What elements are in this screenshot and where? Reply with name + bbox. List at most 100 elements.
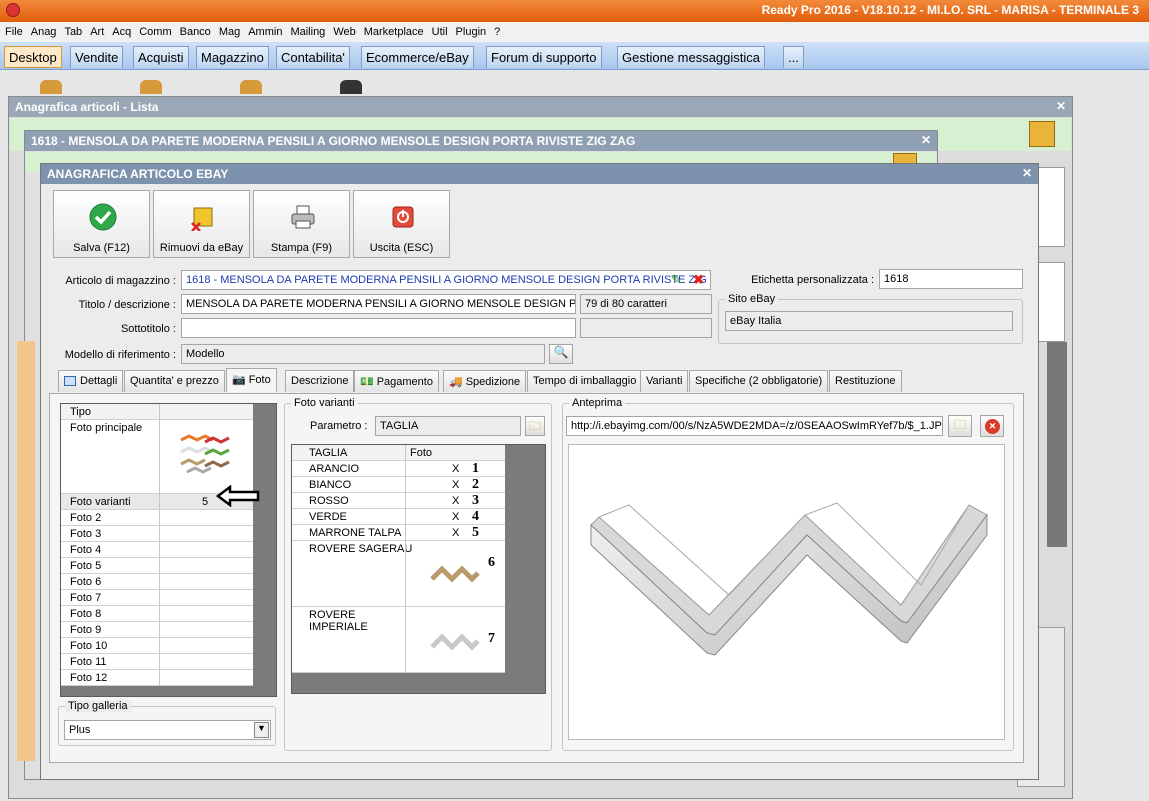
search-icon[interactable]: 🔍	[549, 344, 573, 364]
menu-mag[interactable]: Mag	[214, 22, 243, 38]
menu-art[interactable]: Art	[85, 22, 107, 38]
camera-icon: 📷	[232, 374, 246, 386]
exit-button[interactable]: Uscita (ESC)	[353, 190, 450, 258]
save-button[interactable]: Salva (F12)	[53, 190, 150, 258]
article-side-strip	[17, 341, 35, 761]
grid-row-photo[interactable]: Foto 7	[61, 590, 253, 606]
power-icon	[392, 206, 414, 228]
variant-row[interactable]: ROSSO X 3	[292, 493, 505, 509]
titolo-field[interactable]: MENSOLA DA PARETE MODERNA PENSILI A GIOR…	[181, 294, 576, 314]
grid-row-photo[interactable]: Foto 12	[61, 670, 253, 686]
photo-row-label: Foto 7	[70, 592, 102, 604]
gallery-select[interactable]: Plus ▼	[64, 720, 271, 740]
desktop-icon[interactable]	[140, 80, 162, 94]
menu-acq[interactable]: Acq	[107, 22, 134, 38]
folder-icon[interactable]: 🗀	[948, 415, 972, 437]
tab-vendite[interactable]: Vendite	[70, 46, 124, 68]
menu-marketplace[interactable]: Marketplace	[359, 22, 427, 38]
variant-row[interactable]: ARANCIO X 1	[292, 461, 505, 477]
menu-plugin[interactable]: Plugin	[451, 22, 490, 38]
remove-from-ebay-button[interactable]: Rimuovi da eBay	[153, 190, 250, 258]
tab-more[interactable]: ...	[783, 46, 804, 68]
sito-ebay-field[interactable]: eBay Italia	[725, 311, 1013, 331]
tab-specifiche[interactable]: Specifiche (2 obbligatorie)	[689, 370, 829, 392]
variant-row[interactable]: MARRONE TALPA X 5	[292, 525, 505, 541]
menu-tab[interactable]: Tab	[59, 22, 85, 38]
close-icon[interactable]: ✕	[921, 133, 931, 147]
delete-button[interactable]: ✕	[980, 415, 1004, 437]
menu-mailing[interactable]: Mailing	[285, 22, 328, 38]
tab-foto[interactable]: 📷 Foto	[226, 368, 277, 392]
desktop-icon[interactable]	[340, 80, 362, 94]
preview-group: Anteprima http://i.ebayimg.com/00/s/NzA5…	[562, 397, 1014, 751]
grid-row-photo[interactable]: Foto 11	[61, 654, 253, 670]
grid-row-photo[interactable]: Foto 3	[61, 526, 253, 542]
variant-row[interactable]: BIANCO X 2	[292, 477, 505, 493]
clear-icon[interactable]: ✖	[693, 272, 709, 288]
grid-row-photo[interactable]: Foto 5	[61, 558, 253, 574]
close-icon[interactable]: ✕	[1056, 99, 1066, 113]
delete-icon: ✕	[985, 419, 1000, 434]
close-icon[interactable]: ✕	[1022, 166, 1032, 180]
etichetta-field[interactable]: 1618	[879, 269, 1023, 289]
grid-row-photo[interactable]: Foto 9	[61, 622, 253, 638]
grid-row-photo[interactable]: Foto 2	[61, 510, 253, 526]
edit-icon[interactable]: ✎	[671, 272, 687, 288]
variant-name: ARANCIO	[309, 463, 360, 475]
sottotitolo-field[interactable]	[181, 318, 576, 338]
articolo-field[interactable]: 1618 - MENSOLA DA PARETE MODERNA PENSILI…	[181, 270, 711, 290]
tab-tempo-imballaggio[interactable]: Tempo di imballaggio	[527, 370, 643, 392]
grid-row-photo[interactable]: Foto 6	[61, 574, 253, 590]
parameter-field[interactable]: TAGLIA	[375, 416, 521, 436]
menu-util[interactable]: Util	[427, 22, 451, 38]
tab-pagamento[interactable]: 💵 Pagamento	[354, 370, 439, 392]
print-button[interactable]: Stampa (F9)	[253, 190, 350, 258]
grid-row-main-photo[interactable]: Foto principale	[61, 420, 253, 494]
tab-varianti[interactable]: Varianti	[640, 370, 689, 392]
main-photo-thumbnail[interactable]	[179, 432, 235, 476]
variant-row[interactable]: VERDE X 4	[292, 509, 505, 525]
tab-quantita[interactable]: Quantita' e prezzo	[124, 370, 225, 392]
grid-row-photo[interactable]: Foto 8	[61, 606, 253, 622]
grid-row-photo[interactable]: Foto 4	[61, 542, 253, 558]
tab-spedizione[interactable]: 🚚 Spedizione	[443, 370, 527, 392]
tab-acquisti[interactable]: Acquisti	[133, 46, 189, 68]
tab-magazzino[interactable]: Magazzino	[196, 46, 269, 68]
photo-row-label: Foto 8	[70, 608, 102, 620]
folder-icon[interactable]: 🗀	[525, 416, 545, 436]
article-window-title: 1618 - MENSOLA DA PARETE MODERNA PENSILI…	[25, 131, 937, 151]
tab-contabilita[interactable]: Contabilita'	[276, 46, 350, 68]
variant-number: 3	[472, 493, 479, 508]
menu-help[interactable]: ?	[489, 22, 503, 38]
tab-messaggistica[interactable]: Gestione messaggistica	[617, 46, 766, 68]
variants-header-foto: Foto	[410, 447, 433, 459]
variant-row[interactable]: ROVERE IMPERIALE 7	[292, 607, 505, 673]
sito-ebay-group: Sito eBay eBay Italia	[718, 293, 1023, 344]
photo-row-label: Foto 6	[70, 576, 102, 588]
menu-comm[interactable]: Comm	[134, 22, 174, 38]
tab-dettagli[interactable]: Dettagli	[58, 370, 124, 392]
variant-photo-mark: X	[452, 495, 460, 507]
tab-forum[interactable]: Forum di supporto	[486, 46, 602, 68]
desktop-icon[interactable]	[40, 80, 62, 94]
menu-web[interactable]: Web	[328, 22, 358, 38]
preview-url-field[interactable]: http://i.ebayimg.com/00/s/NzA5WDE2MDA=/z…	[566, 416, 943, 436]
variants-grid: TAGLIA Foto ARANCIO X 1 BIANCO X 2 ROSSO X 3 V…	[291, 444, 546, 694]
modello-field[interactable]: Modello	[181, 344, 545, 364]
variant-thumbnail[interactable]	[430, 563, 480, 585]
grid-row-photo[interactable]: Foto 10	[61, 638, 253, 654]
menu-ammin[interactable]: Ammin	[243, 22, 285, 38]
tab-descrizione[interactable]: Descrizione	[285, 370, 355, 392]
menu-anag[interactable]: Anag	[26, 22, 60, 38]
menu-file[interactable]: File	[0, 22, 26, 38]
main-tabs: Desktop Vendite Acquisti Magazzino Conta…	[0, 42, 1149, 70]
menu-banco[interactable]: Banco	[175, 22, 214, 38]
tab-desktop[interactable]: Desktop	[4, 46, 62, 68]
variant-thumbnail[interactable]	[430, 631, 480, 653]
desktop-icon[interactable]	[240, 80, 262, 94]
tab-ecommerce[interactable]: Ecommerce/eBay	[361, 46, 474, 68]
tab-restituzione[interactable]: Restituzione	[829, 370, 902, 392]
chevron-down-icon[interactable]: ▼	[254, 722, 269, 738]
variant-row[interactable]: ROVERE SAGERAU 6	[292, 541, 505, 607]
parameter-label: Parametro :	[310, 420, 368, 432]
